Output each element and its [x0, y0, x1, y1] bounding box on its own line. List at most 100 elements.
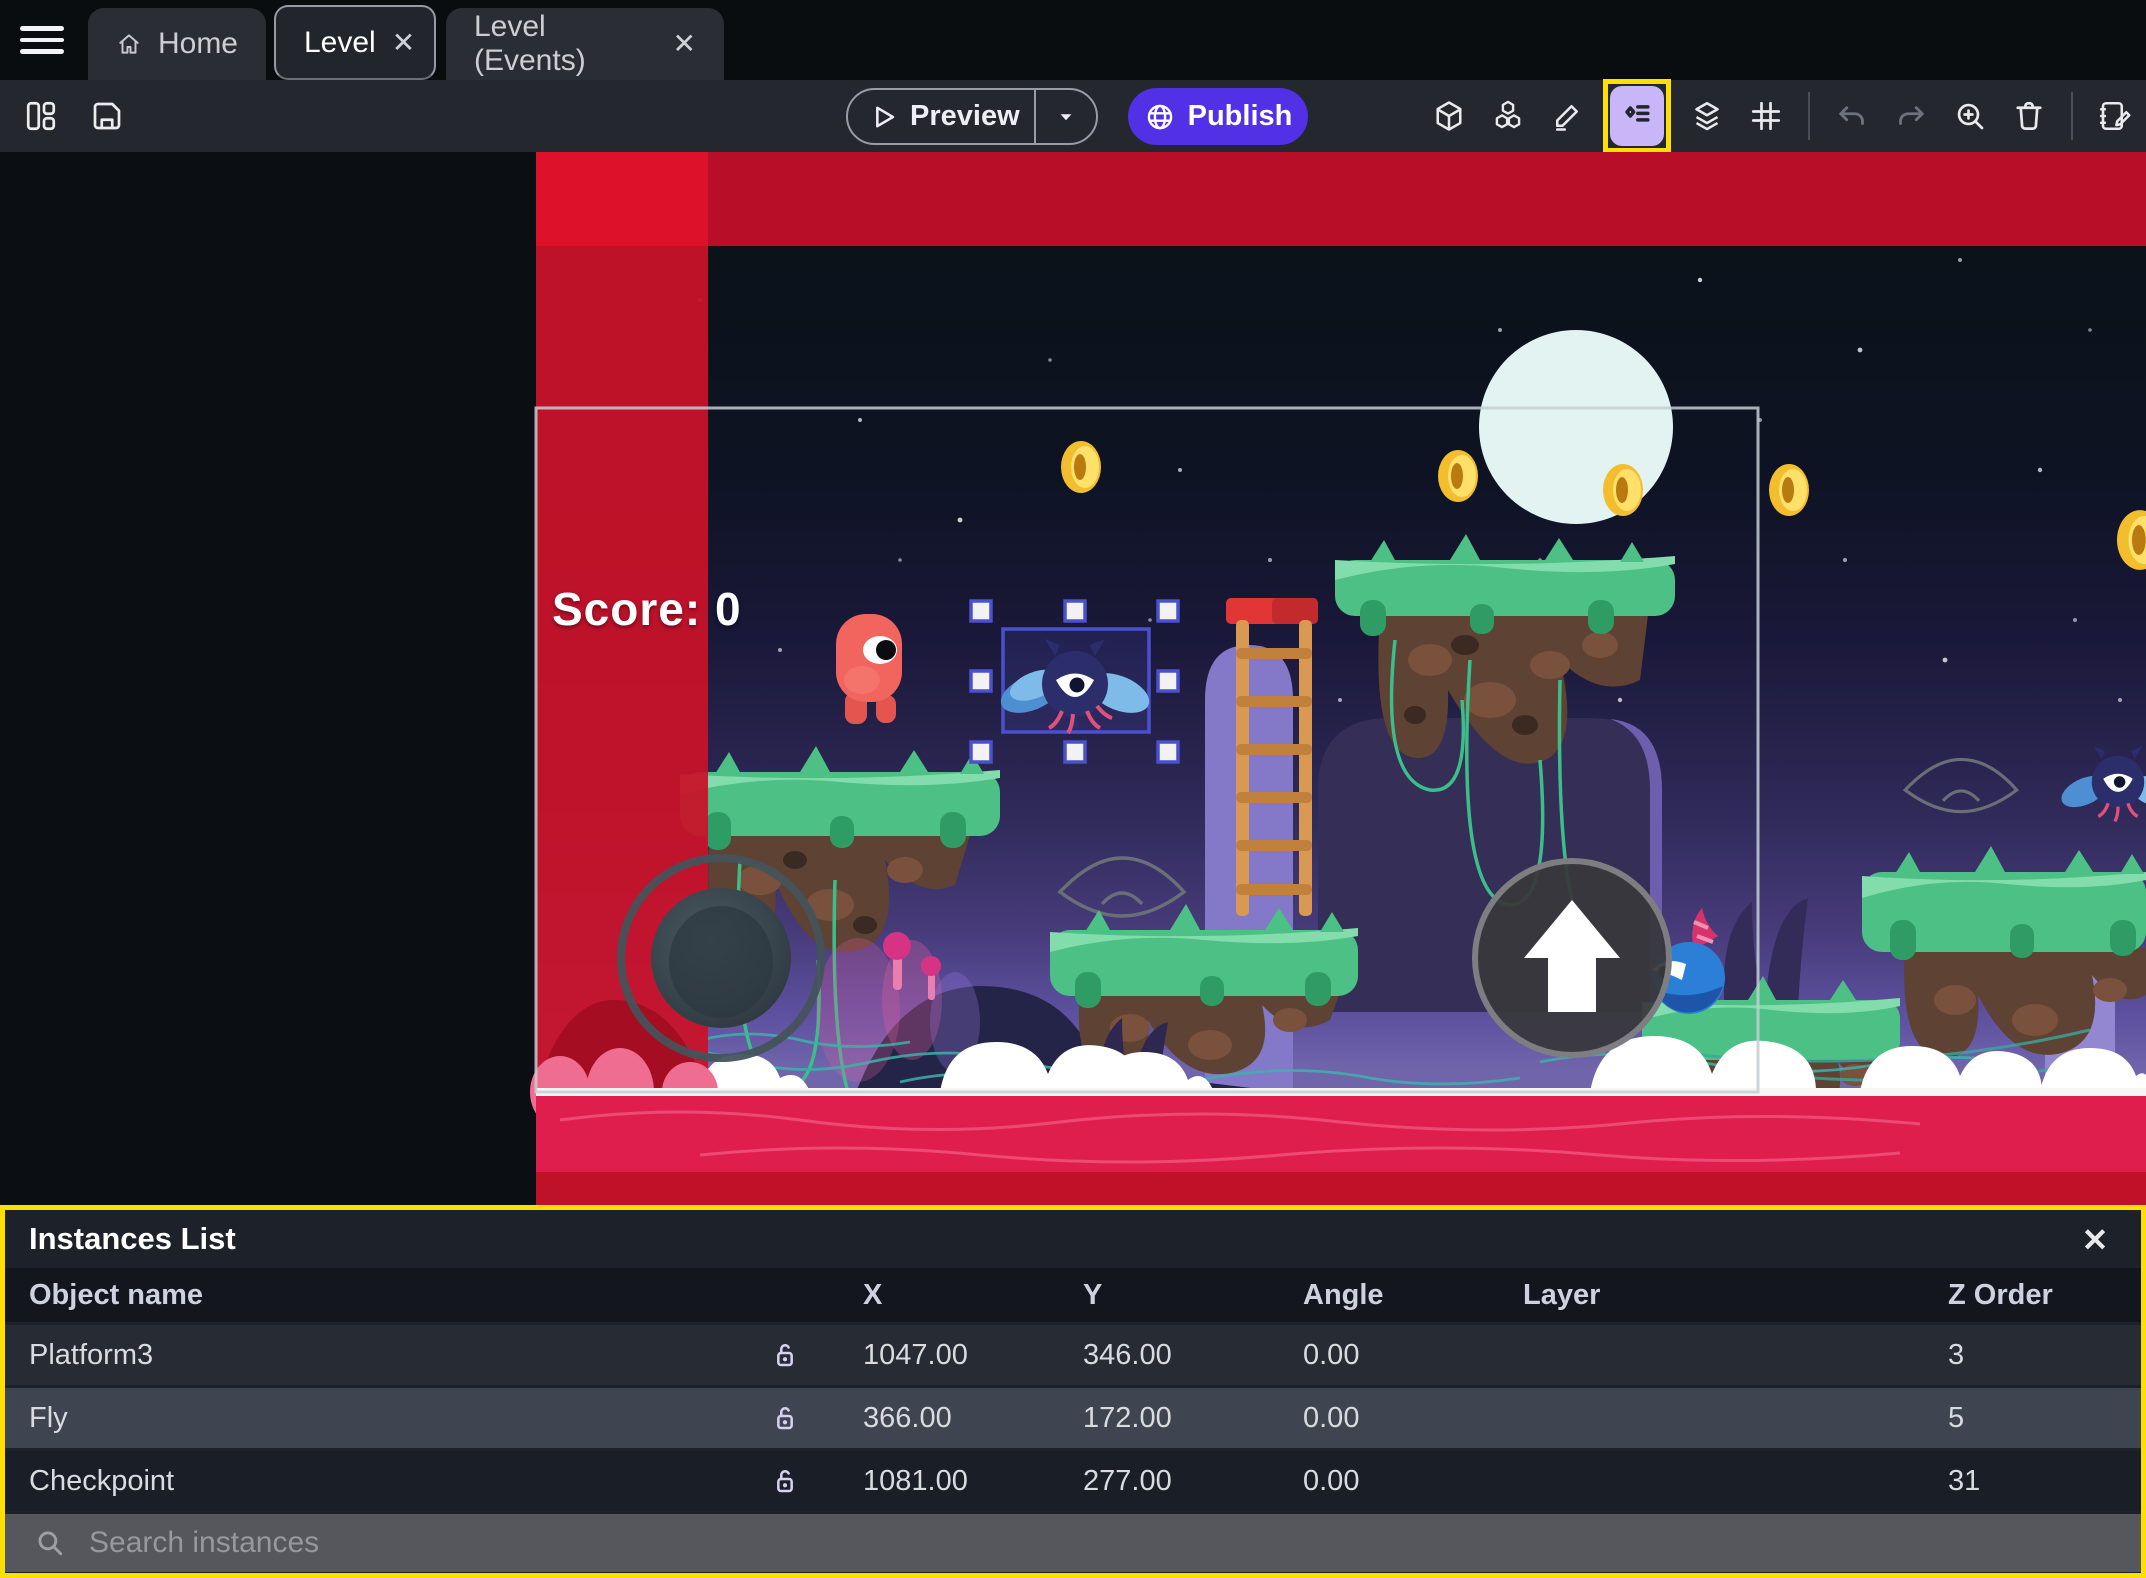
save-icon — [93, 102, 121, 130]
trash-icon — [2016, 101, 2042, 130]
home-icon — [119, 34, 139, 54]
table-row-platform3[interactable]: Platform3 1047.00 346.00 0.00 3 — [5, 1325, 2141, 1385]
undo-icon — [1839, 106, 1864, 125]
instance-y: 277.00 — [1083, 1464, 1172, 1497]
editor-toolbar: Preview Publish — [0, 79, 2146, 153]
panel-title: Instances List — [29, 1221, 236, 1256]
grid-button[interactable] — [1743, 93, 1789, 139]
search-instances-input[interactable] — [87, 1525, 2129, 1561]
open-panels-button[interactable] — [18, 93, 64, 139]
tab-label: Level (Events) — [474, 10, 586, 77]
scene-editor-canvas[interactable]: Score: 0 22;723 — [0, 152, 2146, 1323]
zoom-in-button[interactable] — [1947, 93, 1993, 139]
layers-button[interactable] — [1684, 93, 1730, 139]
undo-button[interactable] — [1829, 93, 1875, 139]
instance-y: 346.00 — [1083, 1338, 1172, 1371]
globe-icon — [1147, 104, 1172, 129]
instance-z-order: 3 — [1948, 1338, 1965, 1371]
lock-toggle[interactable] — [735, 1399, 835, 1437]
red-strip-bright — [536, 152, 708, 246]
zoom-in-icon — [1957, 103, 1984, 130]
close-tab-icon[interactable]: ✕ — [392, 28, 415, 57]
publish-button[interactable]: Publish — [1128, 88, 1308, 145]
bottom-band-lower — [536, 1172, 2146, 1205]
unlock-icon — [777, 1343, 793, 1367]
close-tab-icon[interactable]: ✕ — [673, 30, 696, 58]
scene-graphics — [0, 152, 2146, 1205]
publish-label: Publish — [1187, 100, 1293, 132]
lock-toggle[interactable] — [735, 1462, 835, 1500]
object-groups-icon — [1495, 100, 1521, 129]
search-icon — [38, 1531, 63, 1556]
instances-list-panel: Instances List ✕ Object name X Y Angle L… — [0, 1205, 2146, 1578]
coin-instance[interactable] — [1603, 464, 1643, 516]
tab-home[interactable]: Home — [88, 8, 266, 80]
instance-y: 172.00 — [1083, 1401, 1172, 1434]
object-cube-icon — [1436, 101, 1462, 131]
preview-label: Preview — [910, 100, 1020, 132]
table-row-fly-selected[interactable]: Fly 366.00 172.00 0.00 5 — [5, 1388, 2141, 1448]
score-hud-text: Score: 0 — [552, 583, 742, 635]
tab-level-events[interactable]: Level (Events) ✕ — [446, 8, 724, 80]
jump-button-instance[interactable] — [1472, 858, 1672, 1058]
tab-level[interactable]: Level ✕ — [274, 5, 436, 80]
column-header-x[interactable]: X — [835, 1279, 1055, 1312]
divider — [2071, 92, 2073, 140]
instance-x: 366.00 — [863, 1401, 952, 1434]
lock-toggle[interactable] — [735, 1336, 835, 1374]
edit-pencil-button[interactable] — [1544, 93, 1590, 139]
edit-object-button[interactable] — [1426, 93, 1472, 139]
bottom-band-upper — [536, 1096, 2146, 1172]
tab-label: Home — [157, 27, 238, 60]
search-instances-bar[interactable] — [5, 1514, 2141, 1572]
close-panel-button[interactable]: ✕ — [2075, 1220, 2115, 1260]
instance-angle: 0.00 — [1303, 1464, 1360, 1497]
instance-angle: 0.00 — [1303, 1401, 1360, 1434]
layout-panels-icon — [26, 101, 56, 131]
instances-list-button-highlighted[interactable] — [1603, 79, 1671, 153]
instance-name: Fly — [29, 1401, 68, 1434]
object-groups-button[interactable] — [1485, 93, 1531, 139]
red-band-top — [536, 152, 2146, 246]
coin-instance[interactable] — [1769, 464, 1809, 516]
coin-instance[interactable] — [1061, 441, 1101, 493]
table-row-checkpoint[interactable]: Checkpoint 1081.00 277.00 0.00 31 — [5, 1451, 2141, 1511]
instances-list-icon — [1625, 105, 1650, 122]
delete-button[interactable] — [2006, 93, 2052, 139]
instances-table-header: Object name X Y Angle Layer Z Order — [5, 1268, 2141, 1322]
play-icon — [876, 106, 895, 127]
instance-x: 1047.00 — [863, 1338, 968, 1371]
scene-properties-icon — [2099, 101, 2131, 131]
grid-icon — [1751, 101, 1781, 131]
preview-options-button[interactable] — [1036, 104, 1096, 130]
save-button[interactable] — [84, 93, 130, 139]
column-header-z-order[interactable]: Z Order — [1920, 1279, 2141, 1312]
gdevelop-editor-window: Home Level ✕ Level (Events) ✕ Preview Pu… — [0, 0, 2146, 1578]
divider — [1808, 92, 1810, 140]
chevron-down-icon — [1060, 113, 1072, 120]
edit-pencil-icon — [1555, 104, 1579, 131]
column-header-angle[interactable]: Angle — [1275, 1279, 1495, 1312]
coin-instance[interactable] — [1438, 450, 1478, 502]
column-header-object-name[interactable]: Object name — [5, 1279, 735, 1312]
layers-icon — [1695, 101, 1719, 131]
instance-x: 1081.00 — [863, 1464, 968, 1497]
unlock-icon — [777, 1469, 793, 1493]
canvas-outer-background — [0, 152, 536, 1205]
instance-name: Platform3 — [29, 1338, 154, 1371]
joystick-instance[interactable] — [617, 854, 825, 1062]
column-header-layer[interactable]: Layer — [1495, 1279, 1920, 1312]
instance-name: Checkpoint — [29, 1464, 175, 1497]
instance-angle: 0.00 — [1303, 1338, 1360, 1371]
close-icon: ✕ — [2081, 1222, 2109, 1258]
instance-z-order: 31 — [1948, 1464, 1981, 1497]
unlock-icon — [777, 1406, 793, 1430]
preview-button[interactable]: Preview — [846, 88, 1098, 145]
column-header-y[interactable]: Y — [1055, 1279, 1275, 1312]
scene-properties-button[interactable] — [2092, 93, 2138, 139]
tab-bar: Home Level ✕ Level (Events) ✕ — [0, 0, 2146, 80]
main-menu-button[interactable] — [20, 26, 64, 56]
redo-button[interactable] — [1888, 93, 1934, 139]
moon[interactable] — [1479, 330, 1673, 524]
tab-label: Level — [304, 25, 376, 59]
